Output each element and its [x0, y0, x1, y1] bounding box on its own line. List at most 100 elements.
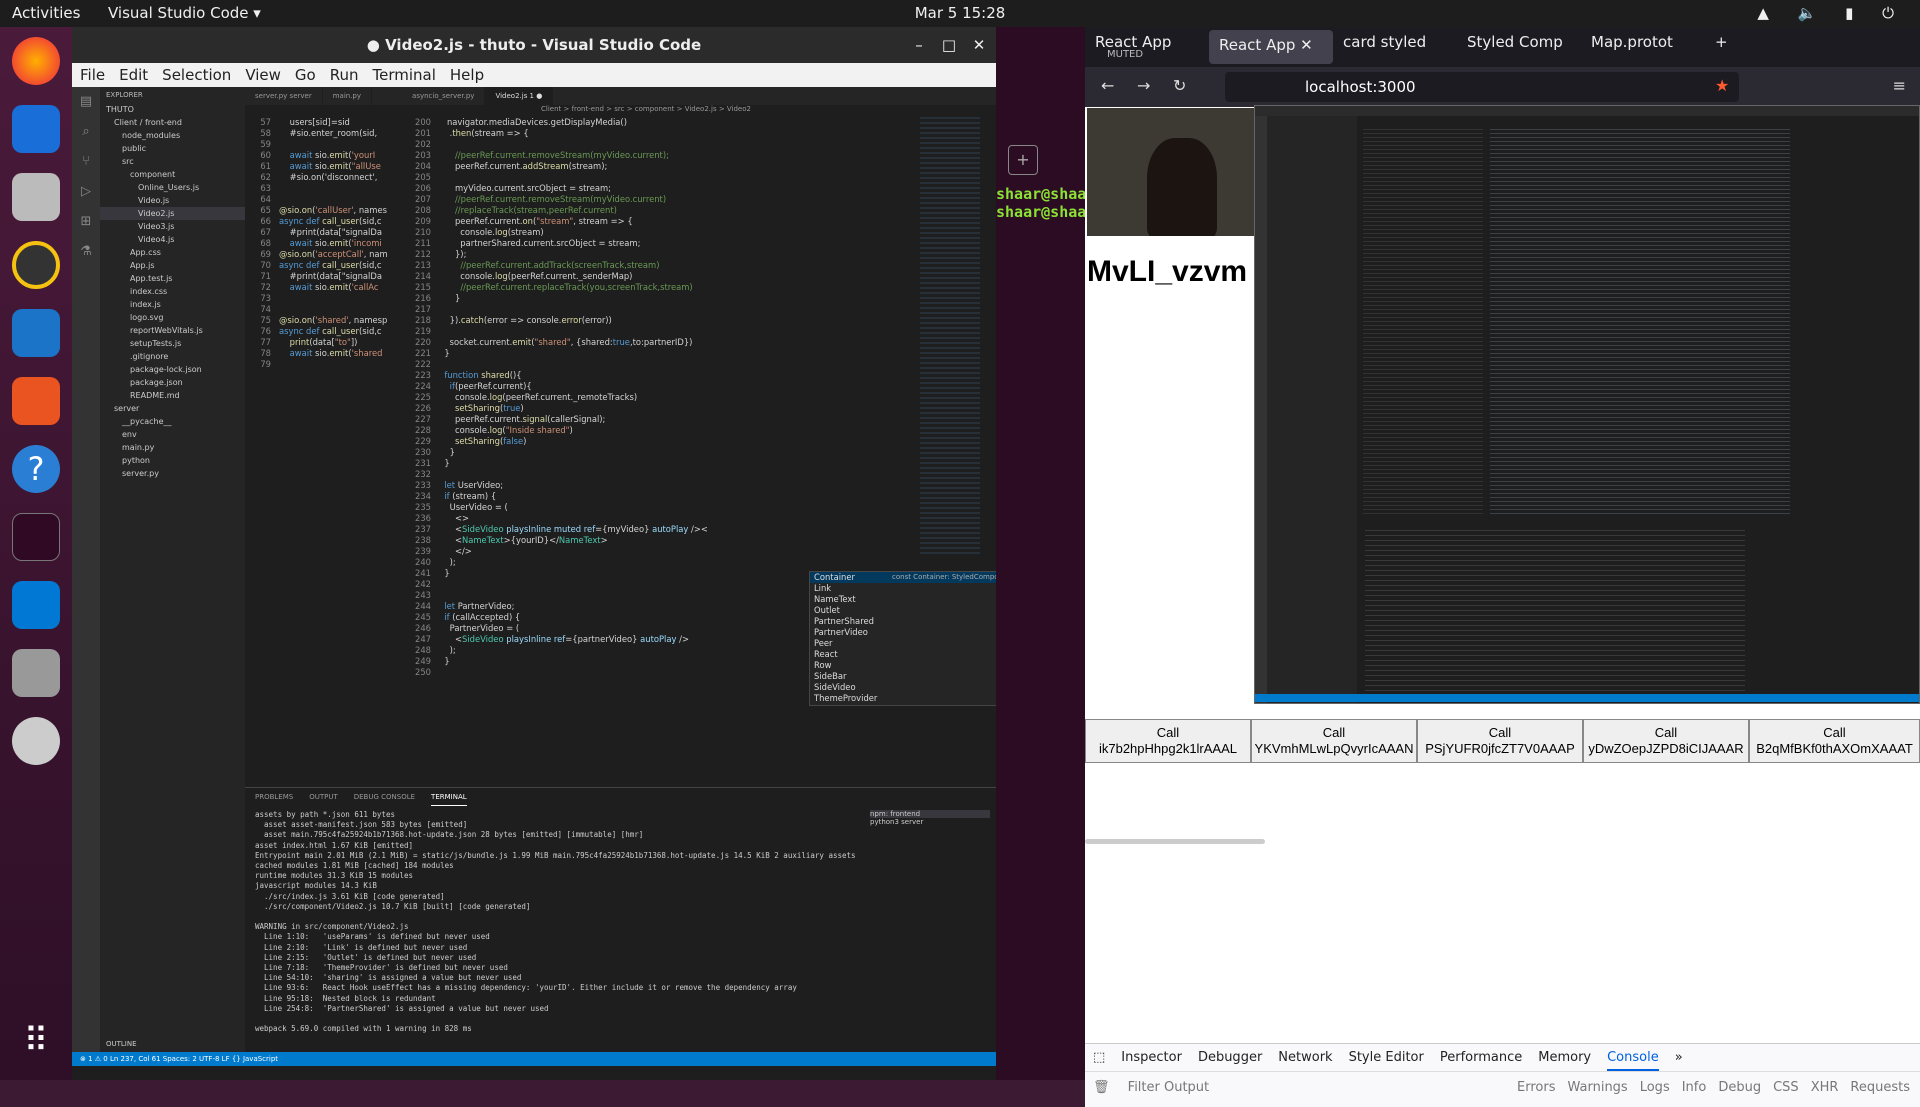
- filter-requests[interactable]: Requests: [1850, 1072, 1910, 1104]
- call-button[interactable]: Call ik7b2hpHhpg2k1lrAAAL: [1085, 719, 1251, 763]
- outline-section[interactable]: OUTLINE: [106, 1040, 137, 1048]
- menu-help[interactable]: Help: [450, 63, 484, 87]
- tab-asyncio-server[interactable]: asyncio_server.py: [402, 87, 486, 105]
- file-tree-item[interactable]: package-lock.json: [100, 363, 245, 376]
- activities-button[interactable]: Activities: [12, 4, 80, 22]
- testing-icon[interactable]: ⚗: [72, 237, 100, 267]
- file-tree-item[interactable]: Video3.js: [100, 220, 245, 233]
- rhythmbox-icon[interactable]: [12, 241, 60, 289]
- filter-logs[interactable]: Logs: [1640, 1072, 1670, 1104]
- new-tab-icon[interactable]: +: [1008, 145, 1038, 175]
- call-button[interactable]: Call YKVmhMLwLpQvyrIcAAAN: [1251, 719, 1417, 763]
- browser-tab-active[interactable]: React App ✕: [1209, 30, 1333, 64]
- tab-inspector[interactable]: Inspector: [1121, 1044, 1182, 1071]
- tab-problems[interactable]: PROBLEMS: [255, 788, 293, 806]
- filter-input[interactable]: Filter Output: [1128, 1080, 1210, 1095]
- minimap[interactable]: [920, 117, 980, 557]
- file-tree-item[interactable]: public: [100, 142, 245, 155]
- browser-tab[interactable]: React App MUTED: [1085, 27, 1209, 67]
- tab-terminal[interactable]: TERMINAL: [431, 788, 467, 806]
- tab-debugger[interactable]: Debugger: [1198, 1044, 1262, 1071]
- writer-icon[interactable]: [12, 309, 60, 357]
- tab-main-py[interactable]: main.py: [323, 87, 373, 105]
- file-tree-item[interactable]: .gitignore: [100, 350, 245, 363]
- tab-server-py[interactable]: server.py server: [245, 87, 323, 105]
- horizontal-scrollbar[interactable]: [1085, 839, 1265, 844]
- file-tree-item[interactable]: setupTests.js: [100, 337, 245, 350]
- file-tree-item[interactable]: server.py: [100, 467, 245, 480]
- call-button[interactable]: Call PSjYUFR0jfcZT7V0AAAP: [1417, 719, 1583, 763]
- file-tree-item[interactable]: reportWebVitals.js: [100, 324, 245, 337]
- file-tree-item[interactable]: python: [100, 454, 245, 467]
- file-tree-item[interactable]: App.js: [100, 259, 245, 272]
- system-tray[interactable]: ▲ 🔈 ▮ ⏻: [1757, 4, 1906, 22]
- pick-element-icon[interactable]: ⬚: [1093, 1044, 1105, 1071]
- file-tree-item[interactable]: env: [100, 428, 245, 441]
- file-tree-item[interactable]: App.css: [100, 246, 245, 259]
- terminal-icon[interactable]: [12, 513, 60, 561]
- maximize-icon[interactable]: □: [934, 27, 964, 63]
- more-tabs-icon[interactable]: »: [1675, 1044, 1683, 1071]
- filter-debug[interactable]: Debug: [1718, 1072, 1761, 1104]
- file-tree-item[interactable]: README.md: [100, 389, 245, 402]
- run-debug-icon[interactable]: ▷: [72, 177, 100, 207]
- call-button[interactable]: Call B2qMfBKf0thAXOmXAAAT: [1749, 719, 1920, 763]
- file-tree-item[interactable]: Video.js: [100, 194, 245, 207]
- status-bar[interactable]: ⊗ 1 ⚠ 0 Ln 237, Col 61 Spaces: 2 UTF-8 L…: [72, 1052, 996, 1066]
- terminal-output[interactable]: assets by path *.json 611 bytes asset as…: [255, 810, 865, 1034]
- file-tree-item[interactable]: Client / front-end: [100, 116, 245, 129]
- filter-warnings[interactable]: Warnings: [1567, 1072, 1627, 1104]
- bookmark-star-icon[interactable]: ★: [1715, 76, 1729, 95]
- file-tree-item[interactable]: index.js: [100, 298, 245, 311]
- tab-performance[interactable]: Performance: [1440, 1044, 1522, 1071]
- trash-icon[interactable]: 🗑: [1093, 1080, 1110, 1095]
- tab-style-editor[interactable]: Style Editor: [1349, 1044, 1424, 1071]
- menu-go[interactable]: Go: [295, 63, 316, 87]
- file-tree-item[interactable]: node_modules: [100, 129, 245, 142]
- tab-console[interactable]: Console: [1607, 1044, 1659, 1071]
- javascript-editor[interactable]: 200 navigator.mediaDevices.getDisplayMed…: [405, 117, 825, 677]
- menu-selection[interactable]: Selection: [162, 63, 231, 87]
- file-tree-item[interactable]: App.test.js: [100, 272, 245, 285]
- extensions-icon[interactable]: ⊞: [72, 207, 100, 237]
- show-apps-icon[interactable]: ⠿: [12, 1017, 60, 1065]
- clock[interactable]: Mar 5 15:28: [880, 4, 1040, 22]
- menu-edit[interactable]: Edit: [119, 63, 148, 87]
- menu-icon[interactable]: ≡: [1893, 76, 1906, 95]
- explorer-icon[interactable]: ▤: [72, 87, 100, 117]
- file-tree-item[interactable]: logo.svg: [100, 311, 245, 324]
- file-tree-item[interactable]: src: [100, 155, 245, 168]
- browser-tab[interactable]: Map.protot: [1581, 27, 1705, 67]
- terminal-item[interactable]: npm: frontend: [870, 810, 990, 818]
- menu-file[interactable]: File: [80, 63, 105, 87]
- terminal-item[interactable]: python3 server: [870, 818, 990, 826]
- menu-view[interactable]: View: [245, 63, 281, 87]
- thunderbird-icon[interactable]: [12, 105, 60, 153]
- file-tree-item[interactable]: Video4.js: [100, 233, 245, 246]
- search-icon[interactable]: ⌕: [72, 117, 100, 147]
- new-tab-button[interactable]: +: [1705, 27, 1745, 67]
- forward-icon[interactable]: →: [1137, 76, 1150, 95]
- local-video[interactable]: [1087, 108, 1255, 236]
- file-tree-item[interactable]: component: [100, 168, 245, 181]
- filter-info[interactable]: Info: [1682, 1072, 1707, 1104]
- filter-css[interactable]: CSS: [1773, 1072, 1799, 1104]
- tab-video2-js[interactable]: Video2.js 1 ●: [485, 87, 554, 105]
- menu-run[interactable]: Run: [330, 63, 359, 87]
- back-icon[interactable]: ←: [1101, 76, 1114, 95]
- filter-errors[interactable]: Errors: [1517, 1072, 1555, 1104]
- browser-tab[interactable]: card styled: [1333, 27, 1457, 67]
- shared-screen-video[interactable]: [1254, 105, 1920, 704]
- file-tree-item[interactable]: package.json: [100, 376, 245, 389]
- software-icon[interactable]: [12, 377, 60, 425]
- firefox-icon[interactable]: [12, 37, 60, 85]
- url-bar[interactable]: localhost:3000: [1225, 72, 1739, 102]
- source-control-icon[interactable]: ⑂: [72, 147, 100, 177]
- help-icon[interactable]: ?: [12, 445, 60, 493]
- reload-icon[interactable]: ↻: [1173, 76, 1186, 95]
- file-tree-item[interactable]: server: [100, 402, 245, 415]
- vscode-icon[interactable]: [12, 581, 60, 629]
- tab-output[interactable]: OUTPUT: [309, 788, 338, 806]
- breadcrumb[interactable]: Client > front-end > src > component > V…: [535, 105, 996, 116]
- close-icon[interactable]: ✕: [964, 27, 994, 63]
